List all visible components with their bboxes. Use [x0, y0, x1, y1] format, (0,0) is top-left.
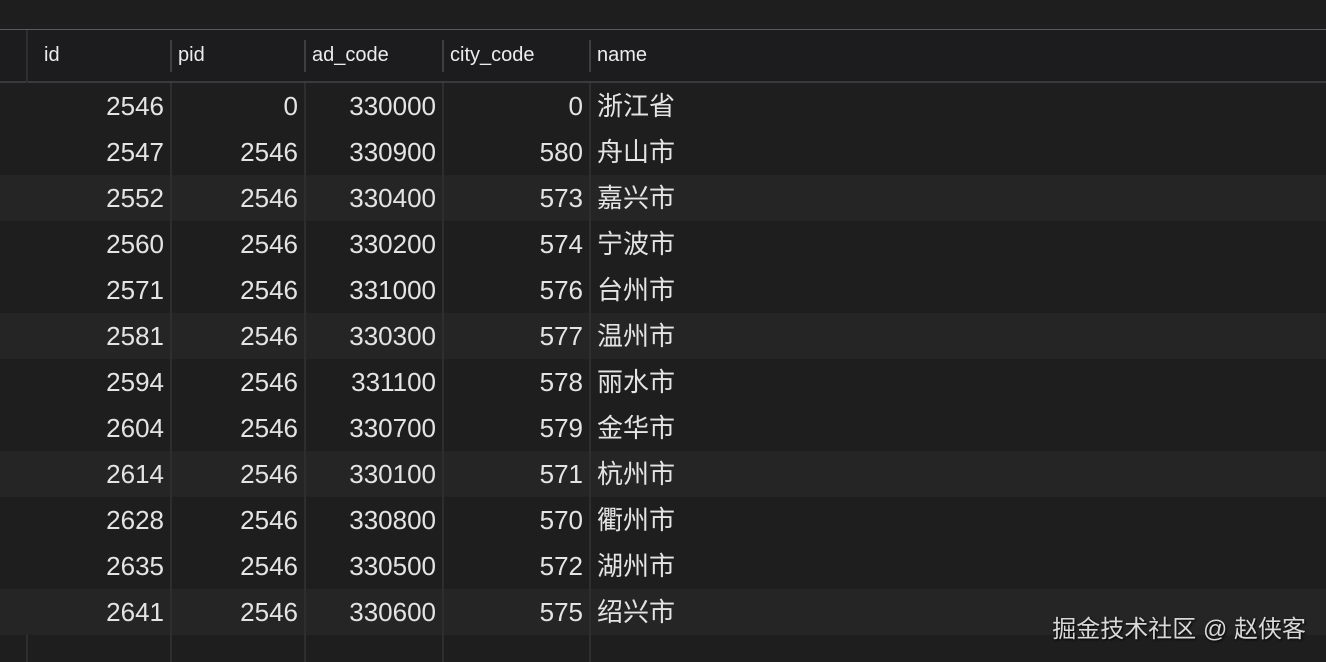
cell-pid[interactable]: 2546 — [172, 129, 298, 175]
column-divider — [170, 83, 172, 662]
cell-pid[interactable]: 2546 — [172, 451, 298, 497]
table-row[interactable]: 25522546330400573 嘉兴市 — [0, 175, 1326, 221]
column-divider — [304, 83, 306, 662]
cell-pid[interactable]: 2546 — [172, 313, 298, 359]
toolbar — [0, 0, 1326, 30]
cell-pid[interactable]: 2546 — [172, 175, 298, 221]
cell-name[interactable]: 台州市 — [597, 267, 897, 313]
table-row[interactable]: 26282546330800570 衢州市 — [0, 497, 1326, 543]
cell-id[interactable]: 2560 — [28, 221, 164, 267]
cell-city-code[interactable]: 578 — [444, 359, 583, 405]
cell-name[interactable]: 舟山市 — [597, 129, 897, 175]
cell-ad-code[interactable]: 331000 — [306, 267, 436, 313]
column-header-city-code[interactable]: city_code — [442, 30, 590, 81]
cell-city-code[interactable]: 571 — [444, 451, 583, 497]
cell-id[interactable]: 2604 — [28, 405, 164, 451]
table-header: id pid ad_code city_code name — [0, 30, 1326, 83]
cell-name[interactable]: 宁波市 — [597, 221, 897, 267]
column-divider — [442, 83, 444, 662]
table-row[interactable]: 25602546330200574 宁波市 — [0, 221, 1326, 267]
cell-pid[interactable]: 2546 — [172, 359, 298, 405]
column-header-name[interactable]: name — [589, 30, 889, 81]
cell-city-code[interactable]: 573 — [444, 175, 583, 221]
cell-id[interactable]: 2546 — [28, 83, 164, 129]
cell-city-code[interactable]: 579 — [444, 405, 583, 451]
table-row[interactable]: 26352546330500572 湖州市 — [0, 543, 1326, 589]
cell-ad-code[interactable]: 330000 — [306, 83, 436, 129]
cell-city-code[interactable]: 0 — [444, 83, 583, 129]
column-header-id[interactable]: id — [36, 30, 171, 81]
column-header-ad-code[interactable]: ad_code — [304, 30, 443, 81]
cell-name[interactable]: 湖州市 — [597, 543, 897, 589]
watermark: 掘金技术社区 @ 赵侠客 — [1052, 609, 1306, 644]
cell-id[interactable]: 2571 — [28, 267, 164, 313]
cell-ad-code[interactable]: 330500 — [306, 543, 436, 589]
cell-pid[interactable]: 2546 — [172, 221, 298, 267]
cell-name[interactable]: 浙江省 — [597, 83, 897, 129]
cell-name[interactable]: 温州市 — [597, 313, 897, 359]
cell-id[interactable]: 2628 — [28, 497, 164, 543]
cell-ad-code[interactable]: 330400 — [306, 175, 436, 221]
cell-name[interactable]: 绍兴市 — [597, 589, 897, 635]
table-row[interactable]: 254603300000浙江省 — [0, 83, 1326, 129]
cell-name[interactable]: 衢州市 — [597, 497, 897, 543]
cell-city-code[interactable]: 570 — [444, 497, 583, 543]
cell-ad-code[interactable]: 330200 — [306, 221, 436, 267]
cell-id[interactable]: 2581 — [28, 313, 164, 359]
table-body: 254603300000浙江省25472546330900580舟山市25522… — [0, 83, 1326, 635]
table-row[interactable]: 25712546331000576 台州市 — [0, 267, 1326, 313]
cell-id[interactable]: 2641 — [28, 589, 164, 635]
column-header-pid[interactable]: pid — [170, 30, 305, 81]
cell-ad-code[interactable]: 330300 — [306, 313, 436, 359]
cell-id[interactable]: 2552 — [28, 175, 164, 221]
cell-pid[interactable]: 0 — [172, 83, 298, 129]
cell-pid[interactable]: 2546 — [172, 497, 298, 543]
cell-pid[interactable]: 2546 — [172, 405, 298, 451]
cell-id[interactable]: 2614 — [28, 451, 164, 497]
table-row[interactable]: 25942546331100578 丽水市 — [0, 359, 1326, 405]
cell-name[interactable]: 金华市 — [597, 405, 897, 451]
table-row[interactable]: 25812546330300577 温州市 — [0, 313, 1326, 359]
cell-city-code[interactable]: 574 — [444, 221, 583, 267]
cell-ad-code[interactable]: 331100 — [306, 359, 436, 405]
cell-id[interactable]: 2635 — [28, 543, 164, 589]
cell-city-code[interactable]: 577 — [444, 313, 583, 359]
cell-city-code[interactable]: 576 — [444, 267, 583, 313]
cell-ad-code[interactable]: 330700 — [306, 405, 436, 451]
cell-name[interactable]: 丽水市 — [597, 359, 897, 405]
cell-ad-code[interactable]: 330600 — [306, 589, 436, 635]
cell-pid[interactable]: 2546 — [172, 589, 298, 635]
cell-name[interactable]: 杭州市 — [597, 451, 897, 497]
table-row[interactable]: 25472546330900580 舟山市 — [0, 129, 1326, 175]
table-row[interactable]: 26142546330100571 杭州市 — [0, 451, 1326, 497]
cell-city-code[interactable]: 575 — [444, 589, 583, 635]
cell-pid[interactable]: 2546 — [172, 267, 298, 313]
table-row[interactable]: 26042546330700579 金华市 — [0, 405, 1326, 451]
cell-name[interactable]: 嘉兴市 — [597, 175, 897, 221]
cell-id[interactable]: 2547 — [28, 129, 164, 175]
cell-ad-code[interactable]: 330900 — [306, 129, 436, 175]
cell-ad-code[interactable]: 330100 — [306, 451, 436, 497]
cell-city-code[interactable]: 572 — [444, 543, 583, 589]
column-divider — [589, 83, 591, 662]
cell-ad-code[interactable]: 330800 — [306, 497, 436, 543]
cell-pid[interactable]: 2546 — [172, 543, 298, 589]
cell-city-code[interactable]: 580 — [444, 129, 583, 175]
cell-id[interactable]: 2594 — [28, 359, 164, 405]
